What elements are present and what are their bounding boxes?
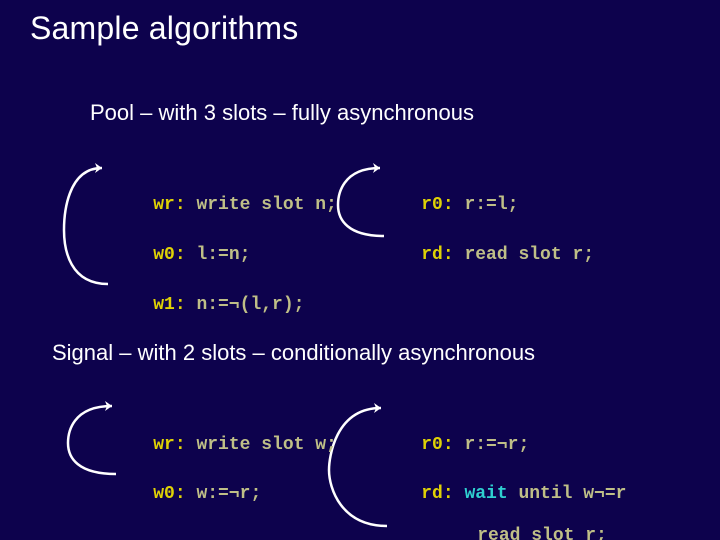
slide: Sample algorithms Pool – with 3 slots – … <box>0 0 720 540</box>
signal-rd-code2: until w¬=r <box>508 484 627 504</box>
pool-w1-label: w1: <box>153 295 185 315</box>
signal-r0-code: r:=¬r; <box>464 435 529 455</box>
signal-w0-code: w:=¬r; <box>196 484 261 504</box>
pool-rd-code: read slot r; <box>464 245 594 265</box>
signal-r0-label: r0: <box>421 435 453 455</box>
pool-w1-code: n:=¬(l,r); <box>196 295 304 315</box>
pool-heading: Pool – with 3 slots – fully asynchronous <box>90 100 474 126</box>
signal-wr-label: wr: <box>153 435 185 455</box>
signal-read-line: read slot r; <box>434 506 607 540</box>
pool-r0-code: r:=l; <box>464 195 518 215</box>
pool-wr-label: wr: <box>153 195 185 215</box>
pool-w1-line: w1: n:=¬(l,r); <box>110 275 304 335</box>
pool-rd-line: rd: read slot r; <box>378 225 594 285</box>
pool-rd-label: rd: <box>421 245 453 265</box>
signal-wr-code: write slot w; <box>196 435 336 455</box>
pool-wr-code: write slot n; <box>196 195 336 215</box>
signal-w0-line: w0: w:=¬r; <box>110 464 261 524</box>
signal-rd-label: rd: <box>421 484 453 504</box>
pool-w0-code: l:=n; <box>196 245 250 265</box>
page-title: Sample algorithms <box>30 10 298 47</box>
signal-heading: Signal – with 2 slots – conditionally as… <box>52 340 535 366</box>
signal-w0-label: w0: <box>153 484 185 504</box>
pool-r0-label: r0: <box>421 195 453 215</box>
signal-read-code: read slot r; <box>477 526 607 540</box>
pool-w0-label: w0: <box>153 245 185 265</box>
signal-rd-wait: wait <box>464 484 507 504</box>
